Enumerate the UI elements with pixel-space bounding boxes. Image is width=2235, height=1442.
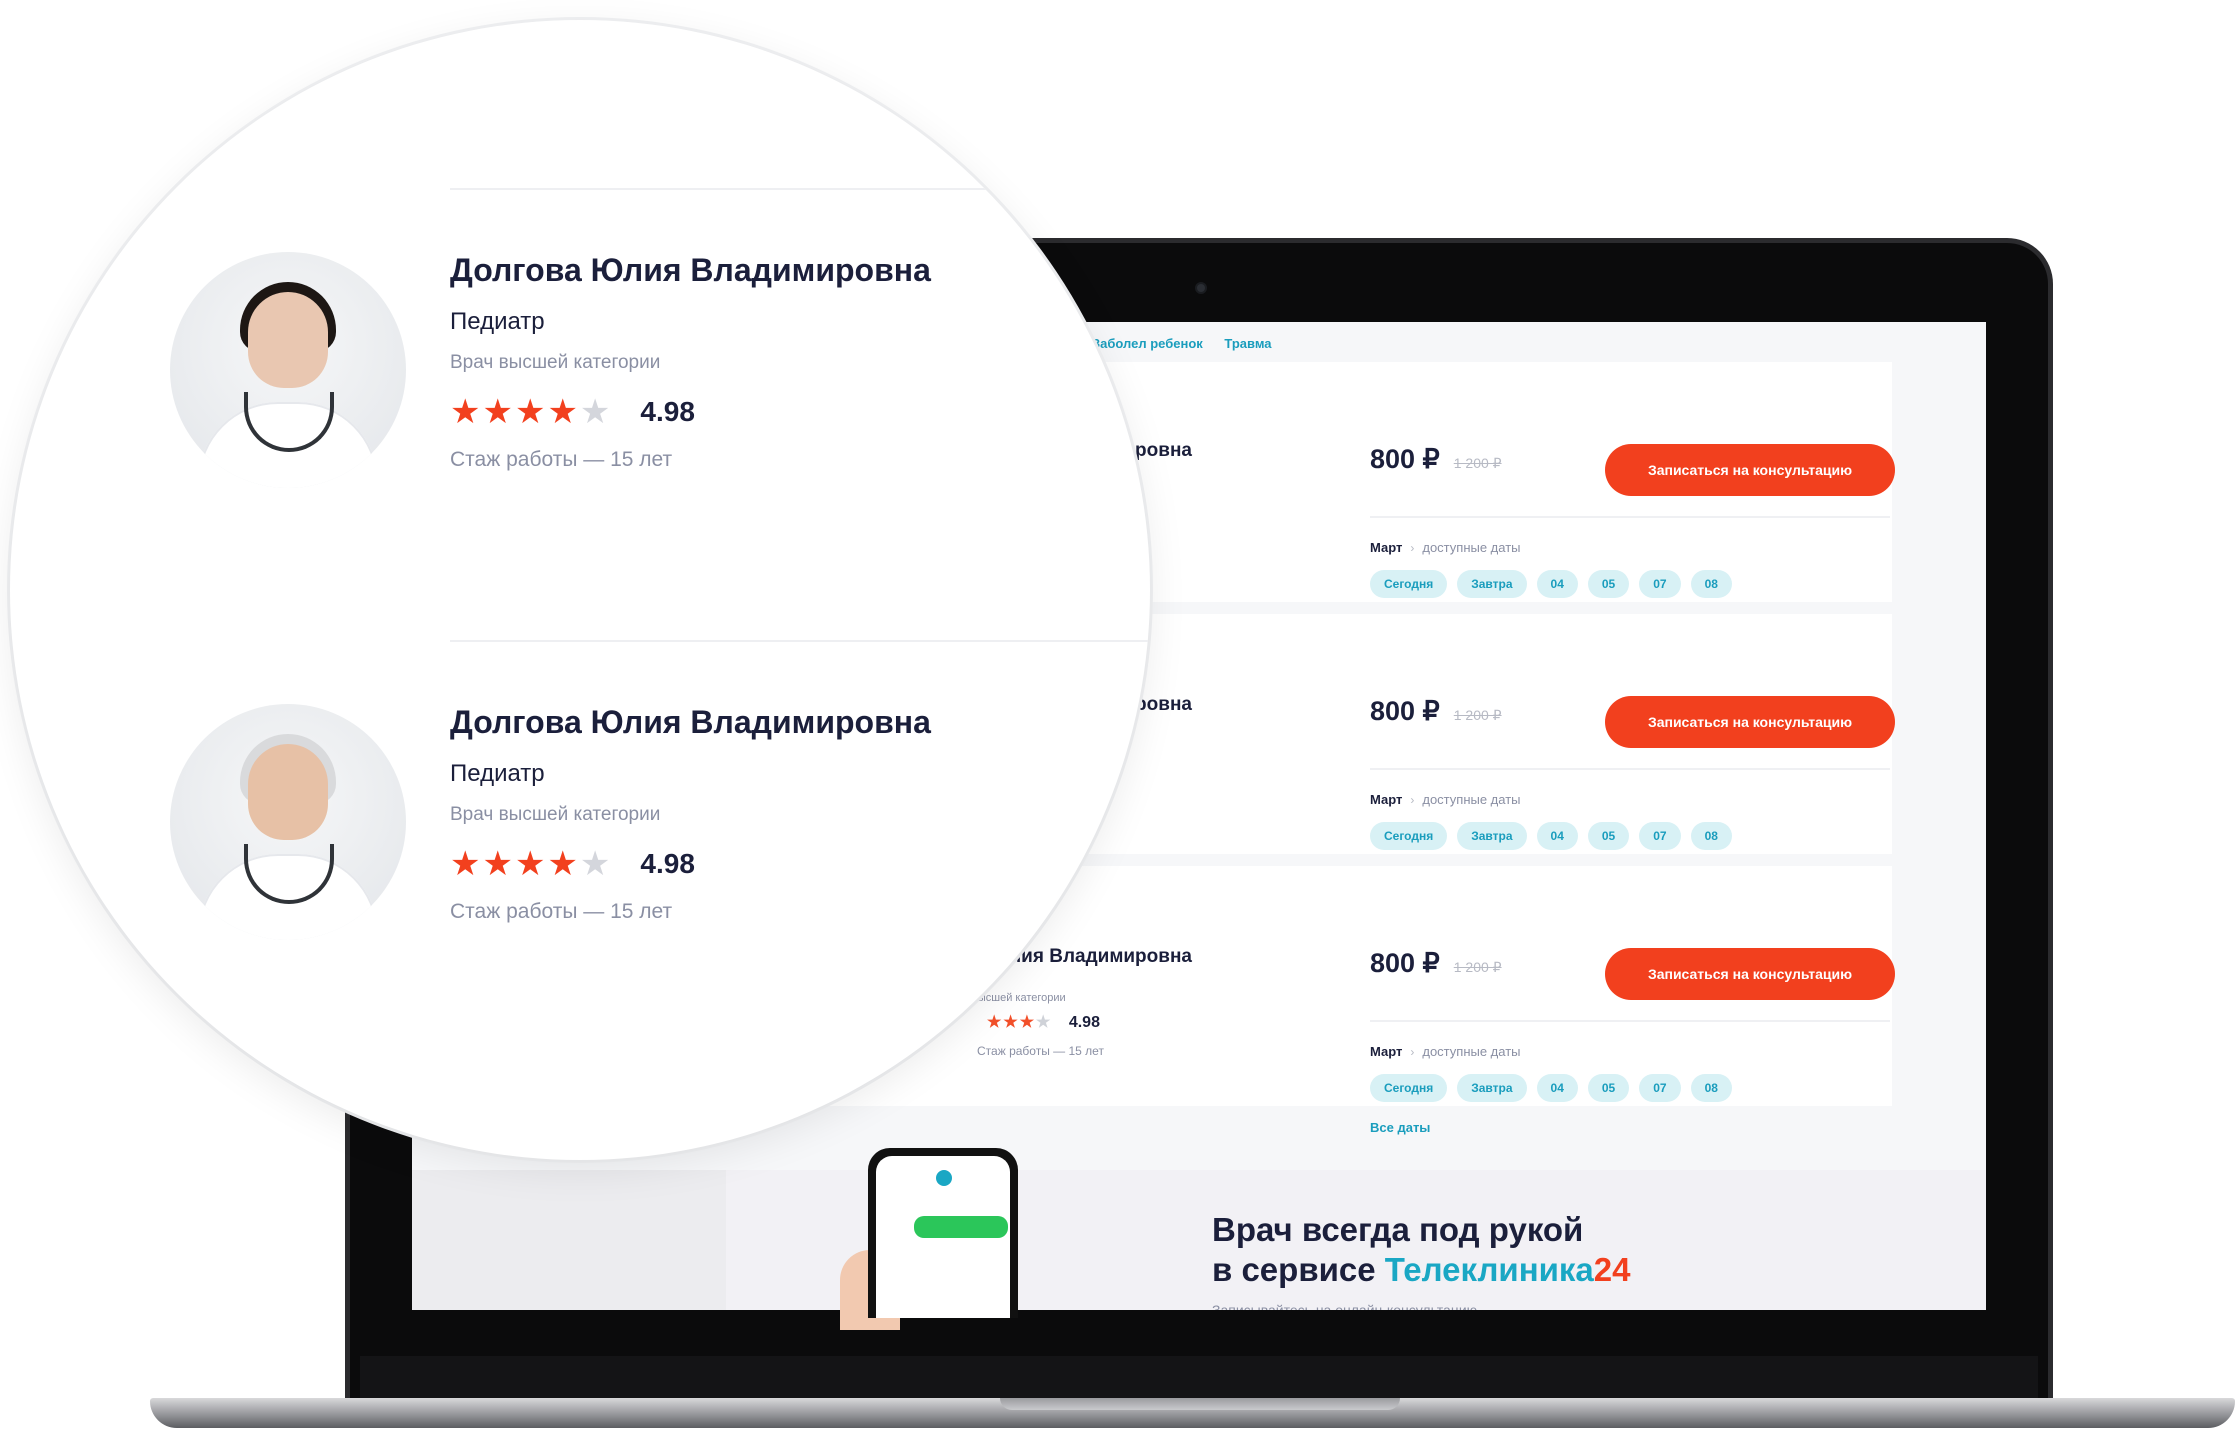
available-dates-label: доступные даты bbox=[1422, 540, 1521, 555]
date-chip[interactable]: 07 bbox=[1639, 570, 1681, 598]
doctor-name[interactable]: Долгова Юлия Владимировна bbox=[450, 252, 931, 289]
doctor-experience: Стаж работы — 15 лет bbox=[977, 1044, 1104, 1058]
doctor-rating: ★★★★★ 4.98 bbox=[450, 844, 695, 884]
date-chip[interactable]: 05 bbox=[1587, 822, 1630, 850]
promo-banner: Врач всегда под рукой в сервисе Телеклин… bbox=[412, 1170, 1986, 1310]
price: 800 ₽ bbox=[1370, 948, 1440, 978]
price-row: 800 ₽ 1 200 ₽ bbox=[1370, 444, 1502, 475]
doctor-category: Врач высшей категории bbox=[450, 804, 661, 825]
book-consultation-button[interactable]: Записаться на консультацию bbox=[1605, 444, 1895, 496]
all-dates-link[interactable]: Все даты bbox=[1370, 1120, 1430, 1135]
laptop-hinge bbox=[360, 1356, 2038, 1398]
divider bbox=[450, 640, 1150, 642]
chat-bubble bbox=[914, 1216, 1008, 1238]
promo-title-line1: Врач всегда под рукой bbox=[1212, 1211, 1584, 1248]
old-price: 1 200 ₽ bbox=[1453, 707, 1502, 723]
book-consultation-button[interactable]: Записаться на консультацию bbox=[1605, 948, 1895, 1000]
phone-screen bbox=[876, 1156, 1010, 1318]
date-chip[interactable]: 07 bbox=[1639, 1074, 1681, 1102]
rating-stars: ★★★★★ bbox=[450, 844, 612, 884]
divider bbox=[1370, 516, 1890, 518]
date-chip[interactable]: Сегодня bbox=[1370, 822, 1448, 850]
magnifier-zoom: Долгова Юлия Владимировна Педиатр Врач в… bbox=[10, 20, 1150, 1160]
available-dates-label: доступные даты bbox=[1422, 1044, 1521, 1059]
laptop-notch bbox=[1000, 1398, 1400, 1410]
divider bbox=[1370, 1020, 1890, 1022]
old-price: 1 200 ₽ bbox=[1453, 455, 1502, 471]
date-chip[interactable]: 08 bbox=[1690, 822, 1732, 850]
chevron-right-icon: › bbox=[1410, 1044, 1415, 1059]
doctor-experience: Стаж работы — 15 лет bbox=[450, 448, 673, 471]
month-row: Март › доступные даты bbox=[1370, 1044, 1521, 1059]
doctor-experience: Стаж работы — 15 лет bbox=[450, 900, 673, 923]
tab-injury[interactable]: Травма bbox=[1224, 336, 1271, 351]
date-chip[interactable]: 08 bbox=[1690, 570, 1732, 598]
price-row: 800 ₽ 1 200 ₽ bbox=[1370, 696, 1502, 727]
date-chip[interactable]: 08 bbox=[1690, 1074, 1732, 1102]
date-chip[interactable]: Сегодня bbox=[1370, 1074, 1448, 1102]
month-row: Март › доступные даты bbox=[1370, 792, 1521, 807]
date-chip[interactable]: Завтра bbox=[1457, 822, 1527, 850]
doctor-specialty: Педиатр bbox=[450, 308, 545, 335]
star-icon: ★★★ bbox=[987, 1014, 1037, 1031]
rating-value: 4.98 bbox=[640, 848, 695, 879]
laptop-camera bbox=[1195, 282, 1207, 294]
price: 800 ₽ bbox=[1370, 696, 1440, 726]
chevron-right-icon: › bbox=[1410, 792, 1415, 807]
star-icon: ★★★★ bbox=[450, 845, 580, 883]
date-chip[interactable]: 04 bbox=[1536, 1074, 1578, 1102]
date-chip[interactable]: Сегодня bbox=[1370, 570, 1448, 598]
month-label[interactable]: Март bbox=[1370, 540, 1402, 555]
brand-number: 24 bbox=[1593, 1251, 1631, 1288]
promo-subtitle: Записывайтесь на онлайн-консультацию bbox=[1212, 1302, 1478, 1310]
date-chip[interactable]: 05 bbox=[1587, 1074, 1630, 1102]
divider bbox=[1370, 768, 1890, 770]
doctor-category: высшей категории bbox=[972, 992, 1066, 1004]
divider bbox=[450, 188, 1150, 190]
doctor-avatar bbox=[170, 252, 406, 488]
star-icon: ★★★★ bbox=[450, 393, 580, 431]
month-label[interactable]: Март bbox=[1370, 1044, 1402, 1059]
doctor-name[interactable]: Долгова Юлия Владимировна bbox=[450, 704, 931, 741]
chevron-right-icon: › bbox=[1410, 540, 1415, 555]
doctor-rating: ★★★★★ 4.98 bbox=[450, 392, 695, 432]
avatar-face bbox=[248, 744, 328, 840]
rating-value: 4.98 bbox=[1068, 1014, 1100, 1031]
price-row: 800 ₽ 1 200 ₽ bbox=[1370, 948, 1502, 979]
promo-title: Врач всегда под рукой в сервисе Телеклин… bbox=[1212, 1210, 1631, 1290]
available-dates-label: доступные даты bbox=[1422, 792, 1521, 807]
rating-value: 4.98 bbox=[640, 396, 695, 427]
star-icon: ★ bbox=[579, 845, 613, 883]
date-chip[interactable]: 04 bbox=[1536, 570, 1578, 598]
old-price: 1 200 ₽ bbox=[1453, 959, 1502, 975]
brand-name: Телеклиника bbox=[1384, 1251, 1594, 1288]
promo-title-prefix: в сервисе bbox=[1212, 1251, 1385, 1288]
date-chip[interactable]: Завтра bbox=[1457, 570, 1527, 598]
app-logo-icon bbox=[936, 1170, 952, 1186]
phone-mockup bbox=[868, 1148, 1018, 1318]
tab-sick-child[interactable]: Заболел ребенок bbox=[1092, 336, 1203, 351]
date-chips: Сегодня Завтра 04 05 07 08 bbox=[1370, 822, 1732, 850]
book-consultation-button[interactable]: Записаться на консультацию bbox=[1605, 696, 1895, 748]
doctor-category: Врач высшей категории bbox=[450, 352, 661, 373]
star-icon: ★ bbox=[1036, 1014, 1053, 1031]
promo-title-line2: в сервисе Телеклиника24 bbox=[1212, 1250, 1631, 1290]
avatar-face bbox=[248, 292, 328, 388]
category-tabs: Заболел ребенок Травма bbox=[1092, 336, 1290, 351]
date-chip[interactable]: 04 bbox=[1536, 822, 1578, 850]
star-icon: ★ bbox=[579, 393, 613, 431]
date-chips: Сегодня Завтра 04 05 07 08 bbox=[1370, 570, 1732, 598]
date-chip[interactable]: 05 bbox=[1587, 570, 1630, 598]
date-chip[interactable]: Завтра bbox=[1457, 1074, 1527, 1102]
promo-left-panel bbox=[412, 1170, 726, 1310]
date-chips: Сегодня Завтра 04 05 07 08 bbox=[1370, 1074, 1732, 1102]
doctor-rating: ★★★★ 4.98 bbox=[987, 1012, 1100, 1032]
doctor-specialty: Педиатр bbox=[450, 760, 545, 787]
price: 800 ₽ bbox=[1370, 444, 1440, 474]
rating-stars: ★★★★★ bbox=[450, 392, 612, 432]
month-label[interactable]: Март bbox=[1370, 792, 1402, 807]
doctor-avatar bbox=[170, 704, 406, 940]
month-row: Март › доступные даты bbox=[1370, 540, 1521, 555]
date-chip[interactable]: 07 bbox=[1639, 822, 1681, 850]
